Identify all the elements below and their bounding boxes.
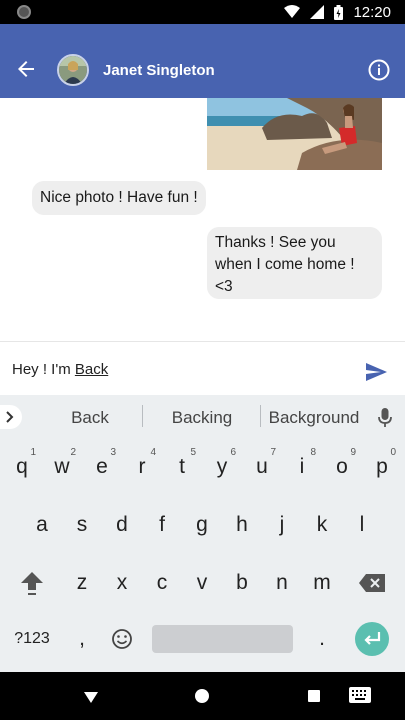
key-period[interactable]: . xyxy=(302,617,342,661)
backspace-key[interactable] xyxy=(352,561,392,605)
key-y[interactable]: y6 xyxy=(202,445,242,489)
enter-icon xyxy=(364,632,381,645)
emoji-key[interactable] xyxy=(102,617,142,661)
key-x[interactable]: x xyxy=(102,561,142,605)
key-u[interactable]: u7 xyxy=(242,445,282,489)
key-hint: 3 xyxy=(110,447,116,458)
info-icon[interactable] xyxy=(367,58,391,82)
composing-word: Back xyxy=(74,361,109,378)
key-comma[interactable]: , xyxy=(62,617,102,661)
enter-key[interactable] xyxy=(355,622,389,656)
signal-icon xyxy=(310,5,325,19)
suggestion-expand-button[interactable] xyxy=(0,405,22,429)
key-hint: 6 xyxy=(230,447,236,458)
key-label: y xyxy=(216,455,228,478)
app-bar: Janet Singleton xyxy=(0,24,405,98)
key-hint: 0 xyxy=(390,447,396,458)
key-t[interactable]: t5 xyxy=(162,445,202,489)
backspace-icon xyxy=(359,574,385,592)
space-key[interactable] xyxy=(152,625,293,653)
key-label: q xyxy=(16,455,28,478)
key-e[interactable]: e3 xyxy=(82,445,122,489)
typed-text: Hey ! I'm xyxy=(12,361,75,378)
key-hint: 4 xyxy=(150,447,156,458)
key-label: r xyxy=(138,455,146,478)
key-hint: 5 xyxy=(190,447,196,458)
key-hint: 9 xyxy=(350,447,356,458)
message-input[interactable]: Hey ! I'm Back xyxy=(12,361,108,378)
contact-name: Janet Singleton xyxy=(103,62,215,79)
key-g[interactable]: g xyxy=(182,503,222,547)
key-label: t xyxy=(179,455,185,478)
key-hint: 7 xyxy=(270,447,276,458)
key-q[interactable]: q1 xyxy=(2,445,42,489)
key-o[interactable]: o9 xyxy=(322,445,362,489)
composer-bar: Hey ! I'm Back xyxy=(0,341,405,395)
sent-photo[interactable] xyxy=(207,98,382,170)
keyboard-switch-icon[interactable] xyxy=(349,687,371,703)
key-label: w xyxy=(54,455,70,478)
key-s[interactable]: s xyxy=(62,503,102,547)
sent-message-bubble[interactable]: Thanks ! See you when I come home ! <3 xyxy=(207,227,382,299)
key-j[interactable]: j xyxy=(262,503,302,547)
soft-keyboard: Back Backing Background q1 w2 e3 r4 t5 y… xyxy=(0,395,405,672)
suggestion-3[interactable]: Background xyxy=(263,408,365,428)
key-label: i xyxy=(299,455,305,478)
key-d[interactable]: d xyxy=(102,503,142,547)
key-m[interactable]: m xyxy=(302,561,342,605)
key-i[interactable]: i8 xyxy=(282,445,322,489)
key-z[interactable]: z xyxy=(62,561,102,605)
key-label: u xyxy=(256,455,268,478)
status-icons: 12:20 xyxy=(284,0,391,24)
key-hint: 1 xyxy=(30,447,36,458)
key-label: p xyxy=(376,455,388,478)
message-list[interactable]: Nice photo ! Have fun ! Thanks ! See you… xyxy=(0,98,405,341)
key-w[interactable]: w2 xyxy=(42,445,82,489)
key-b[interactable]: b xyxy=(222,561,262,605)
symbols-key[interactable]: ?123 xyxy=(8,617,56,661)
key-k[interactable]: k xyxy=(302,503,342,547)
shift-icon xyxy=(21,572,43,595)
key-f[interactable]: f xyxy=(142,503,182,547)
suggestion-divider xyxy=(260,405,261,427)
key-n[interactable]: n xyxy=(262,561,302,605)
key-label: e xyxy=(96,455,108,478)
nav-recents-icon[interactable] xyxy=(308,690,320,702)
screen: 12:20 Janet Singleton Nice photo ! Have … xyxy=(0,0,405,720)
key-hint: 8 xyxy=(310,447,316,458)
chevron-right-icon xyxy=(6,411,14,423)
send-icon[interactable] xyxy=(364,360,388,384)
suggestion-strip: Back Backing Background xyxy=(0,395,405,441)
key-r[interactable]: r4 xyxy=(122,445,162,489)
suggestion-divider xyxy=(142,405,143,427)
system-nav-bar xyxy=(0,672,405,720)
key-a[interactable]: a xyxy=(22,503,62,547)
avatar-image xyxy=(59,56,87,84)
back-arrow-icon[interactable] xyxy=(14,57,38,81)
microphone-icon[interactable] xyxy=(377,407,393,429)
nav-home-icon[interactable] xyxy=(195,689,209,703)
contact-avatar[interactable] xyxy=(57,54,89,86)
key-p[interactable]: p0 xyxy=(362,445,402,489)
wifi-icon xyxy=(284,5,301,18)
key-hint: 2 xyxy=(70,447,76,458)
camera-notification-icon xyxy=(17,5,31,19)
suggestion-2[interactable]: Backing xyxy=(152,408,252,428)
suggestion-1[interactable]: Back xyxy=(50,408,130,428)
nav-back-icon[interactable] xyxy=(84,690,98,704)
key-label: o xyxy=(336,455,348,478)
emoji-icon xyxy=(112,629,132,649)
key-l[interactable]: l xyxy=(342,503,382,547)
key-h[interactable]: h xyxy=(222,503,262,547)
battery-icon xyxy=(334,4,344,20)
shift-key[interactable] xyxy=(12,561,52,605)
clock: 12:20 xyxy=(353,3,391,21)
received-message-bubble[interactable]: Nice photo ! Have fun ! xyxy=(32,181,206,215)
key-v[interactable]: v xyxy=(182,561,222,605)
key-c[interactable]: c xyxy=(142,561,182,605)
status-bar: 12:20 xyxy=(0,0,405,24)
photo-image xyxy=(207,98,382,170)
